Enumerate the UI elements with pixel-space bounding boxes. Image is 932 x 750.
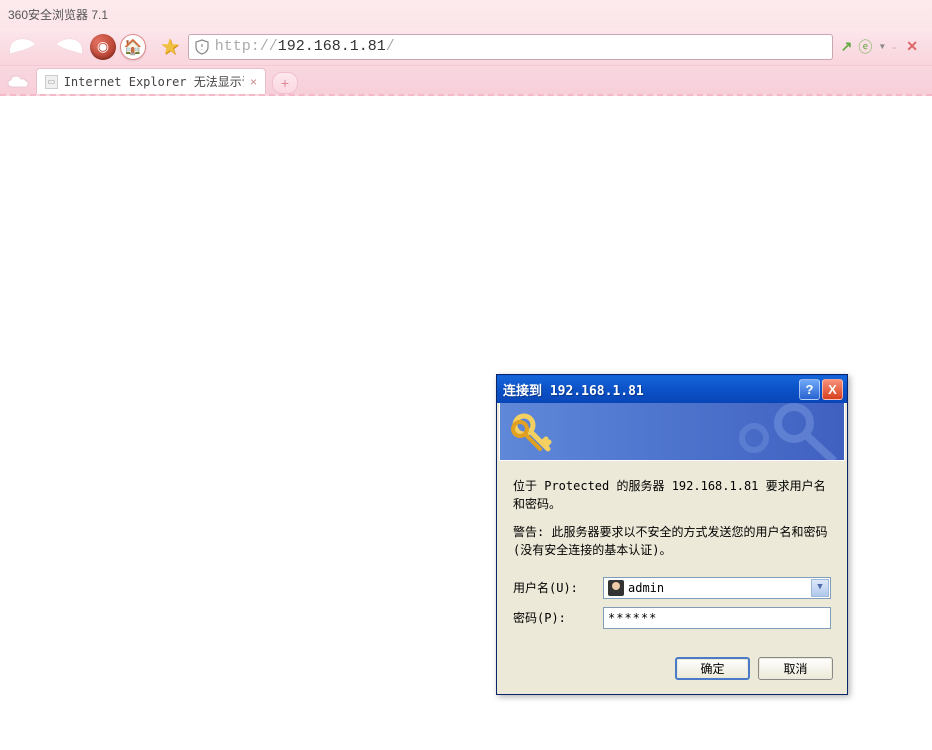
help-button[interactable]: ? [799,379,820,400]
close-icon[interactable]: ✕ [902,38,922,55]
dropdown-icon[interactable]: ▼ [878,42,886,51]
username-value: admin [628,579,664,597]
cloud-icon[interactable] [4,70,32,94]
compat-icon[interactable]: ⓔ [858,37,872,57]
user-icon [608,580,624,596]
password-row: 密码(P): ****** [513,607,831,629]
tab-bar: ▭ Internet Explorer 无法显示该网 × + [0,66,932,96]
wing-right-icon[interactable] [48,34,86,60]
browser-titlebar: 360安全浏览器 7.1 [0,0,932,28]
dialog-titlebar[interactable]: 连接到 192.168.1.81 ? X [497,375,847,403]
shield-icon [193,38,211,56]
dialog-body: 位于 Protected 的服务器 192.168.1.81 要求用户名和密码。… [497,463,847,647]
toolbar-right: ↗ ⓔ ▼ - ✕ [841,37,926,57]
dialog-title: 连接到 192.168.1.81 [501,380,797,399]
chevron-down-icon[interactable]: ▼ [811,579,829,597]
new-tab-button[interactable]: + [272,72,298,94]
record-icon[interactable]: ◉ [90,34,116,60]
tab-close-icon[interactable]: × [250,75,257,89]
cancel-button[interactable]: 取消 [758,657,833,680]
dialog-message-2: 警告: 此服务器要求以不安全的方式发送您的用户名和密码(没有安全连接的基本认证)… [513,523,831,559]
username-input[interactable]: admin ▼ [603,577,831,599]
dialog-buttons: 确定 取消 [497,647,847,694]
favorites-icon[interactable]: ★ [160,34,180,60]
tab-title: Internet Explorer 无法显示该网 [64,73,244,90]
page-content: 连接到 192.168.1.81 ? X 位于 Protected 的服务器 1… [0,96,932,750]
auth-dialog: 连接到 192.168.1.81 ? X 位于 Protected 的服务器 1… [496,374,848,695]
browser-toolbar: ◉ 🏠 ★ http://192.168.1.81/ ↗ ⓔ ▼ - ✕ [0,28,932,66]
browser-tab[interactable]: ▭ Internet Explorer 无法显示该网 × [36,68,266,94]
url-text: http://192.168.1.81/ [215,38,395,55]
page-icon: ▭ [45,75,58,89]
password-label: 密码(P): [513,609,603,627]
address-bar[interactable]: http://192.168.1.81/ [188,34,833,60]
ok-button[interactable]: 确定 [675,657,750,680]
browser-title: 360安全浏览器 7.1 [8,6,108,23]
home-icon[interactable]: 🏠 [120,34,146,60]
dialog-message-1: 位于 Protected 的服务器 192.168.1.81 要求用户名和密码。 [513,477,831,513]
dialog-banner [499,403,845,461]
password-value: ****** [608,609,657,627]
username-label: 用户名(U): [513,579,603,597]
dialog-close-button[interactable]: X [822,379,843,400]
password-input[interactable]: ****** [603,607,831,629]
keys-icon [510,411,556,453]
wing-left-icon[interactable] [6,34,44,60]
share-icon[interactable]: ↗ [841,38,853,55]
username-row: 用户名(U): admin ▼ [513,577,831,599]
banner-decoration [724,403,844,461]
separator: - [892,40,896,54]
